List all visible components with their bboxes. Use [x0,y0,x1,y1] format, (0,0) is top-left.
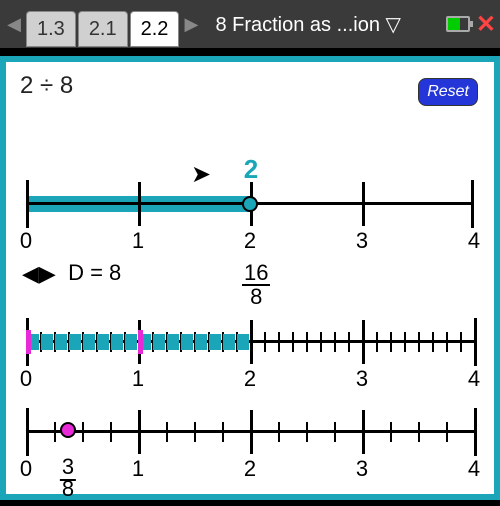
reset-button[interactable]: Reset [418,78,478,106]
close-icon[interactable]: ✕ [476,10,496,39]
prev-tab-arrow[interactable]: ◀ [4,8,24,40]
number-line-2[interactable]: 0 1 2 3 4 [26,320,474,392]
number-line-3[interactable]: 0 38 1 2 3 4 [26,410,474,506]
divisor-row: ◀▶ D = 8 [22,260,121,287]
line1-handle[interactable] [242,196,258,212]
tab-2[interactable]: 2.1 [78,11,128,47]
line3-fraction: 38 [60,456,76,500]
line1-value-label: 2 [244,154,258,185]
divisor-label: D = 8 [68,260,121,285]
number-line-1[interactable]: 0 1 2 3 4 [26,182,474,254]
tab-1[interactable]: 1.3 [26,11,76,47]
battery-icon [446,16,470,32]
next-tab-arrow[interactable]: ▶ [181,8,201,40]
expression: 2 ÷ 8 [20,72,480,100]
divisor-stepper[interactable]: ◀▶ [22,261,56,287]
line2-labels: 0 1 2 3 4 [26,366,474,392]
line1-labels: 0 1 2 3 4 [26,228,474,254]
tab-3[interactable]: 2.2 [130,11,180,47]
activity-canvas: 2 ÷ 8 Reset ➤ 2 0 1 2 3 4 ◀▶ D = 8 16 8 [0,56,500,500]
line3-point[interactable] [60,422,76,438]
document-title[interactable]: 8 Fraction as ...ion ▽ [215,12,443,37]
line2-value-fraction: 16 8 [242,262,270,308]
line3-labels: 0 38 1 2 3 4 [26,456,474,506]
top-bar: ◀ 1.3 2.1 2.2 ▶ 8 Fraction as ...ion ▽ ✕ [0,0,500,48]
